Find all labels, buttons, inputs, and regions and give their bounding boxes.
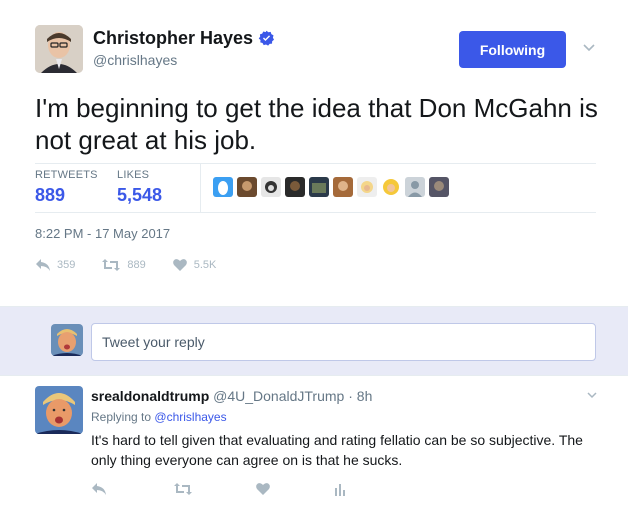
retweet-count: 889 xyxy=(127,259,146,271)
reply-icon[interactable] xyxy=(91,482,107,501)
likes-label: LIKES xyxy=(117,169,150,181)
liker-avatar[interactable] xyxy=(309,177,329,197)
author-name[interactable]: Christopher Hayes xyxy=(93,28,275,49)
reply-count: 359 xyxy=(57,259,76,271)
liker-avatar[interactable] xyxy=(237,177,257,197)
following-button[interactable]: Following xyxy=(459,31,566,68)
retweets-stat[interactable]: RETWEETS 889 xyxy=(35,169,98,206)
reply-actions xyxy=(91,482,391,498)
reply-author-name[interactable]: srealdonaldtrump xyxy=(91,388,209,404)
tweet-text: I'm beginning to get the idea that Don M… xyxy=(35,93,598,155)
reply-author-handle[interactable]: @4U_DonaldJTrump xyxy=(213,388,344,404)
replying-to: Replying to @chrislhayes xyxy=(91,410,227,424)
likes-value: 5,548 xyxy=(117,185,163,205)
heart-icon[interactable] xyxy=(255,482,271,501)
reply-time[interactable]: 8h xyxy=(357,388,373,404)
liker-avatar[interactable] xyxy=(261,177,281,197)
replying-to-handle[interactable]: @chrislhayes xyxy=(154,410,226,424)
retweet-icon xyxy=(102,259,121,271)
likers-avatars xyxy=(213,177,449,197)
retweets-label: RETWEETS xyxy=(35,169,98,181)
like-count: 5.5K xyxy=(193,259,217,271)
reply-tweet: srealdonaldtrump @4U_DonaldJTrump · 8h R… xyxy=(0,376,628,506)
reply-text: It's hard to tell given that evaluating … xyxy=(91,432,583,468)
chevron-down-icon[interactable] xyxy=(586,388,598,400)
tweet-actions: 359 889 5.5K xyxy=(35,258,242,272)
reply-action[interactable]: 359 xyxy=(35,258,75,272)
author-avatar[interactable] xyxy=(35,25,83,73)
tweet-timestamp[interactable]: 8:22 PM - 17 May 2017 xyxy=(35,226,170,241)
liker-avatar-default[interactable] xyxy=(405,177,425,197)
chevron-down-icon[interactable] xyxy=(582,40,596,54)
tweet-stats: RETWEETS 889 LIKES 5,548 xyxy=(35,163,596,213)
retweets-value: 889 xyxy=(35,185,66,205)
liker-avatar-egg[interactable] xyxy=(213,177,233,197)
liker-avatar[interactable] xyxy=(285,177,305,197)
verified-badge-icon xyxy=(258,30,275,47)
like-action[interactable]: 5.5K xyxy=(172,258,217,272)
analytics-icon[interactable] xyxy=(333,482,347,501)
liker-avatar[interactable] xyxy=(357,177,377,197)
main-tweet: Christopher Hayes @chrislhayes Following… xyxy=(0,0,628,306)
liker-avatar[interactable] xyxy=(429,177,449,197)
liker-avatar[interactable] xyxy=(333,177,353,197)
reply-separator: · xyxy=(348,388,353,404)
author-handle[interactable]: @chrislhayes xyxy=(93,52,177,68)
heart-icon xyxy=(172,259,187,271)
reply-input[interactable]: Tweet your reply xyxy=(91,323,596,361)
replying-prefix: Replying to xyxy=(91,410,152,424)
reply-icon xyxy=(36,259,50,271)
retweet-icon[interactable] xyxy=(173,482,193,501)
reply-header: srealdonaldtrump @4U_DonaldJTrump · 8h xyxy=(91,388,372,404)
stats-divider xyxy=(200,164,201,212)
reply-author-avatar[interactable] xyxy=(35,386,83,434)
retweet-action[interactable]: 889 xyxy=(101,258,146,272)
reply-compose: Tweet your reply xyxy=(0,306,628,376)
current-user-avatar[interactable] xyxy=(51,324,83,356)
liker-avatar[interactable] xyxy=(381,177,401,197)
likes-stat[interactable]: LIKES 5,548 xyxy=(117,169,162,206)
